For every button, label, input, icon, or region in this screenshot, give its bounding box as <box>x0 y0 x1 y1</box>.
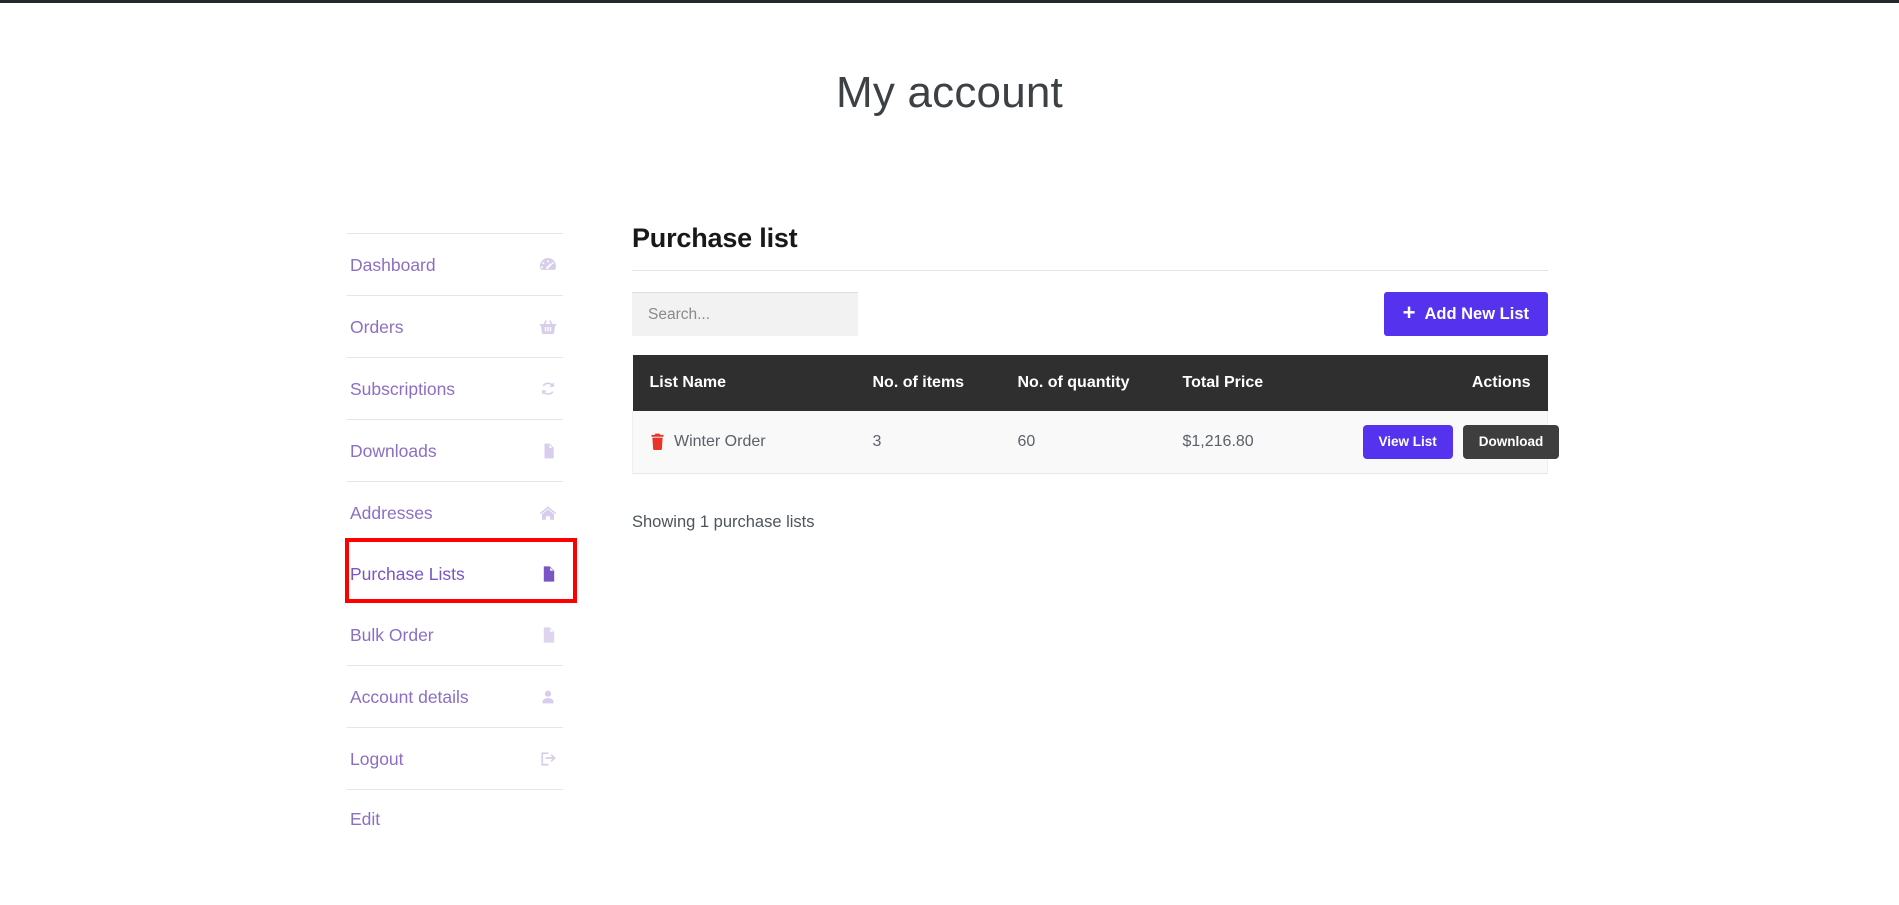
sidebar-item-addresses[interactable]: Addresses <box>347 482 563 543</box>
document-list-icon <box>537 624 559 646</box>
download-file-icon <box>537 440 559 462</box>
cell-no-of-quantity: 60 <box>1017 411 1183 474</box>
home-icon <box>537 502 559 524</box>
cell-total-price: $1,216.80 <box>1182 411 1363 474</box>
search-input[interactable] <box>632 292 858 336</box>
view-list-button[interactable]: View List <box>1362 424 1453 459</box>
logout-icon <box>537 748 559 770</box>
table-header-row: List Name No. of items No. of quantity T… <box>632 355 1548 411</box>
table-row: Winter Order 3 60 $1,216.80 View List Do… <box>632 411 1560 474</box>
sidebar-item-dashboard[interactable]: Dashboard <box>347 234 563 295</box>
sidebar-item-orders[interactable]: Orders <box>347 296 563 357</box>
purchase-lists-table: List Name No. of items No. of quantity T… <box>632 355 1560 474</box>
column-header-no-of-quantity: No. of quantity <box>1017 355 1183 411</box>
sidebar-item-account-details[interactable]: Account details <box>347 666 563 727</box>
cell-actions: View List Download <box>1362 411 1560 474</box>
plus-icon: + <box>1402 300 1416 325</box>
sidebar-item-label: Dashboard <box>350 254 436 275</box>
basket-icon <box>537 316 559 338</box>
add-new-list-button[interactable]: + Add New List <box>1383 292 1548 336</box>
purchase-list-toolbar: + Add New List <box>632 292 1548 336</box>
sidebar-item-logout[interactable]: Logout <box>347 728 563 789</box>
document-list-icon <box>537 563 559 585</box>
sidebar-item-label: Purchase Lists <box>350 563 465 584</box>
results-count-text: Showing 1 purchase lists <box>632 512 815 531</box>
heading-divider <box>632 270 1548 271</box>
sidebar-item-label: Logout <box>350 748 404 769</box>
list-name-text[interactable]: Winter Order <box>674 433 766 451</box>
sidebar-item-label: Subscriptions <box>350 378 456 399</box>
column-header-total-price: Total Price <box>1182 355 1363 411</box>
sidebar-item-bulk-order[interactable]: Bulk Order <box>347 604 563 665</box>
my-account-page: My account Dashboard Orders Subscription… <box>0 0 1899 905</box>
section-heading: Purchase list <box>632 223 798 253</box>
cell-list-name: Winter Order <box>632 411 873 474</box>
purchase-list-panel: Purchase list + Add New List List Name N… <box>632 222 1560 532</box>
table-body: Winter Order 3 60 $1,216.80 View List Do… <box>632 411 1560 474</box>
sidebar-item-label: Edit <box>350 809 381 829</box>
add-new-list-label: Add New List <box>1424 304 1529 323</box>
table-header: List Name No. of items No. of quantity T… <box>632 355 1548 411</box>
trash-icon[interactable] <box>650 433 665 451</box>
page-title: My account <box>836 68 1063 117</box>
column-header-no-of-items: No. of items <box>872 355 1018 411</box>
sidebar-item-label: Addresses <box>350 502 433 523</box>
sidebar-item-label: Account details <box>350 686 469 707</box>
sidebar-item-label: Orders <box>350 316 404 337</box>
cell-no-of-items: 3 <box>872 411 1018 474</box>
sidebar-item-downloads[interactable]: Downloads <box>347 420 563 481</box>
column-header-list-name: List Name <box>632 355 873 411</box>
dashboard-gauge-icon <box>537 254 559 276</box>
column-header-actions: Actions <box>1362 355 1548 411</box>
sidebar-item-label: Bulk Order <box>350 624 434 645</box>
user-icon <box>537 686 559 708</box>
sidebar-item-edit[interactable]: Edit <box>347 790 563 848</box>
sidebar-item-label: Downloads <box>350 440 437 461</box>
download-button[interactable]: Download <box>1462 424 1560 459</box>
refresh-cycle-icon <box>537 378 559 400</box>
sidebar-item-subscriptions[interactable]: Subscriptions <box>347 358 563 419</box>
account-sidebar-nav: Dashboard Orders Subscriptions Downloads <box>347 233 563 848</box>
sidebar-item-purchase-lists[interactable]: Purchase Lists <box>347 543 563 604</box>
